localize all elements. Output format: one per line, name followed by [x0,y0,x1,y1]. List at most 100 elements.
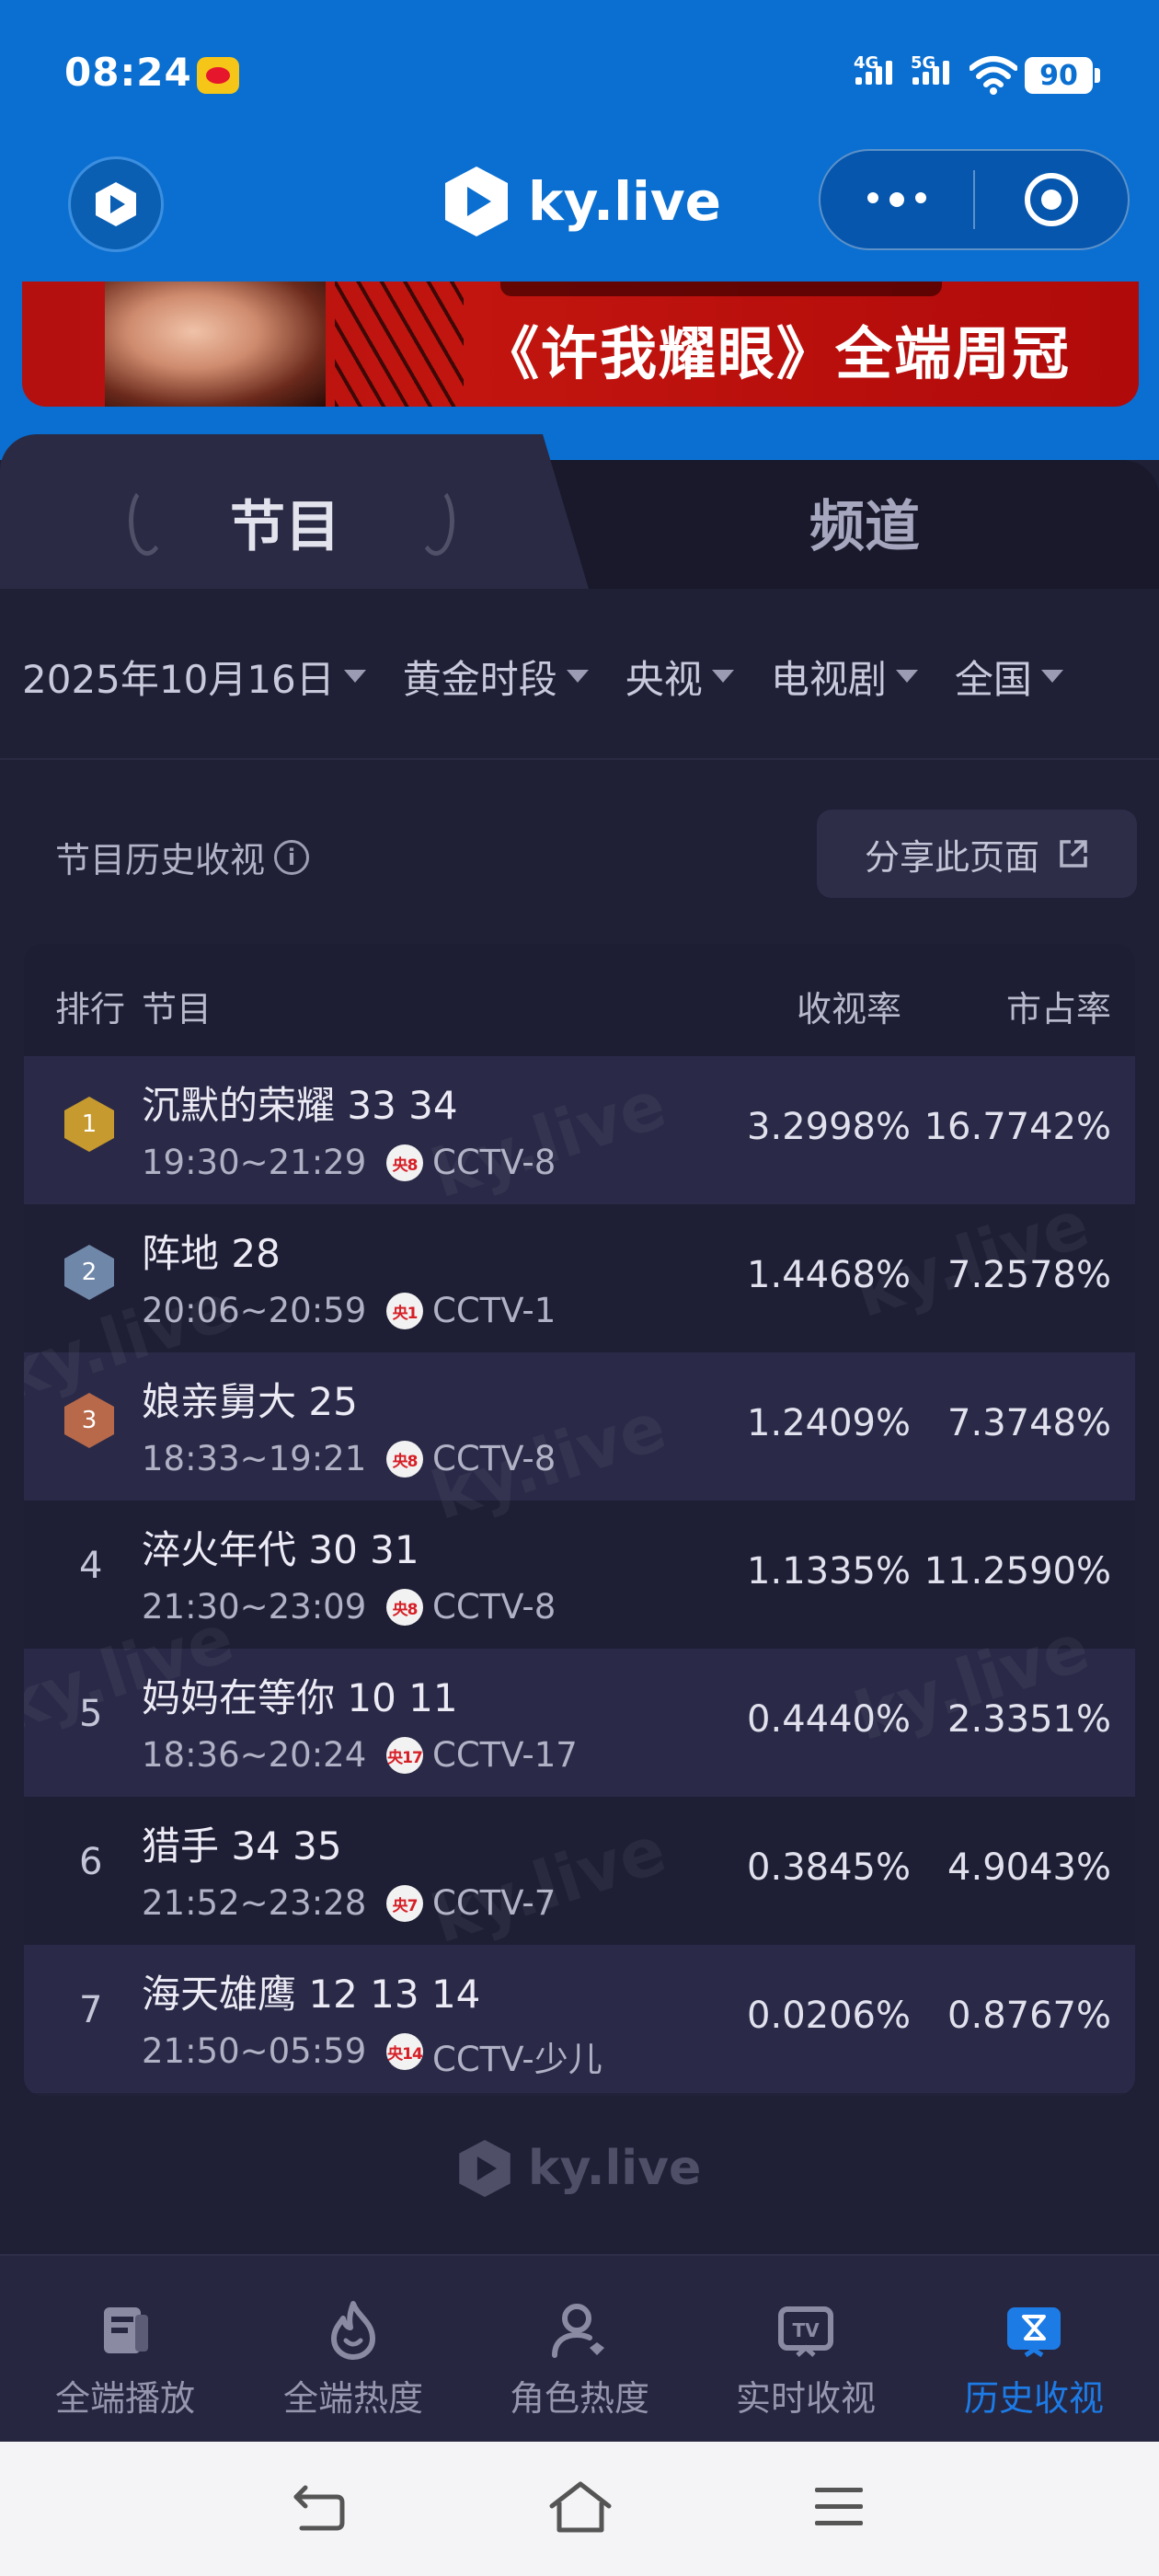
rank-number: 4 [79,1545,103,1587]
rating-value: 3.2998% [747,1106,911,1148]
laurel-right-icon [418,486,454,556]
rating-value: 0.3845% [747,1846,911,1889]
flame-icon [331,2301,375,2360]
header-rating: 收视率 [797,989,902,1029]
share-value: 7.2578% [947,1254,1111,1296]
channel-name: CCTV-8 [432,1587,557,1627]
header-share: 市占率 [1006,989,1112,1029]
table-row[interactable]: 6 猎手 34 35 21:52~23:28 央7 CCTV-7 0.3845% 4.904… [24,1797,1135,1945]
channel-logo-icon: 央8 [386,1441,423,1478]
rating-value: 0.4440% [747,1698,911,1741]
share-value: 0.8767% [947,1995,1111,2037]
footer-brand: ky.live [456,2138,701,2199]
nav-role-heat[interactable]: 角色热度 [465,2256,694,2444]
program-timeslot: 21:50~05:59 [142,2031,367,2071]
brand-name: ky.live [528,170,721,233]
nav-all-platform-heat[interactable]: 全端热度 [239,2256,467,2444]
rating-value: 0.0206% [747,1995,911,2037]
rank-medal-icon: 3 [64,1393,114,1448]
promo-banner[interactable]: 《许我耀眼》全端周冠 [22,282,1139,407]
divider [0,758,1159,760]
caret-down-icon [343,670,366,683]
table-row[interactable]: 4 淬火年代 30 31 21:30~23:09 央8 CCTV-8 1.1335% 11.… [24,1501,1135,1649]
home-icon[interactable] [548,2478,613,2536]
program-title: 娘亲舅大 25 [142,1379,358,1424]
channel-name: CCTV-7 [432,1883,557,1923]
back-icon[interactable] [291,2480,348,2536]
svg-text:TV: TV [792,2319,820,2341]
program-title: 沉默的荣耀 33 34 [142,1083,458,1128]
share-page-button[interactable]: 分享此页面 [817,810,1137,898]
program-timeslot: 21:52~23:28 [142,1883,367,1923]
status-bar: 08:24 4G 5G 90 [0,0,1159,147]
channel-logo-icon: 央14 [386,2033,423,2070]
nav-realtime-ratings[interactable]: TV 实时收视 [692,2256,920,2444]
play-book-icon [104,2307,148,2353]
nav-history-ratings[interactable]: 历史收视 [920,2256,1148,2444]
system-nav-bar [0,2442,1159,2576]
ky-logo-icon [96,182,136,226]
channel-logo-icon: 央17 [386,1737,423,1774]
external-link-icon [1060,840,1087,868]
footer-brand-text: ky.live [528,2141,702,2196]
program-title: 阵地 28 [142,1231,281,1276]
rating-value: 1.2409% [747,1402,911,1444]
filter-timeslot-label: 黄金时段 [402,656,557,702]
share-value: 11.2590% [924,1550,1111,1593]
banner-text: 《许我耀眼》全端周冠 [482,320,1072,387]
signal-bars-icon [855,61,892,85]
table-row[interactable]: 5 妈妈在等你 10 11 18:36~20:24 央17 CCTV-17 0.4440%… [24,1649,1135,1797]
rank-number: 7 [79,1989,103,2031]
share-value: 16.7742% [924,1106,1111,1148]
wifi-icon [970,56,1017,95]
nav-label: 历史收视 [963,2378,1104,2419]
nav-label: 角色热度 [509,2378,649,2419]
program-timeslot: 21:30~23:09 [142,1587,367,1627]
rating-value: 1.1335% [747,1550,911,1593]
banner-photo [105,282,326,407]
header-rank: 排行 [55,989,126,1029]
more-menu-button[interactable] [820,192,973,207]
table-row[interactable]: 2 阵地 28 20:06~20:59 央1 CCTV-1 1.4468% 7.2578% [24,1204,1135,1352]
tv-icon: TV [778,2306,833,2357]
app-logo-button[interactable] [68,156,164,252]
hourglass-icon [1007,2307,1061,2358]
filter-genre[interactable]: 电视剧 [771,649,918,705]
battery-indicator: 90 [1025,57,1100,94]
ky-logo-icon [445,167,508,236]
channel-name: CCTV-8 [432,1143,557,1182]
table-row[interactable]: 7 海天雄鹰 12 13 14 21:50~05:59 央14 CCTV-少儿 0.020… [24,1945,1135,2093]
ratings-table: 排行 节目 收视率 市占率 1 沉默的荣耀 33 34 19:30~21:29 央8 C… [24,944,1135,2096]
nav-label: 实时收视 [735,2378,876,2419]
menu-icon[interactable] [811,2482,866,2532]
program-title: 猎手 34 35 [142,1823,342,1869]
mini-program-capsule [819,149,1130,250]
program-title: 淬火年代 30 31 [142,1527,419,1572]
rank-medal-icon: 1 [64,1097,114,1152]
caret-down-icon [1040,670,1063,683]
program-title: 妈妈在等你 10 11 [142,1675,458,1720]
filter-date[interactable]: 2025年10月16日 [22,649,366,705]
filter-timeslot[interactable]: 黄金时段 [403,649,589,705]
program-timeslot: 19:30~21:29 [142,1143,367,1182]
tab-channel-label[interactable]: 频道 [809,482,920,562]
filter-region[interactable]: 全国 [955,649,1063,705]
channel-name: CCTV-1 [432,1291,557,1330]
close-miniapp-button[interactable] [975,171,1128,228]
tab-program-label[interactable]: 节目 [230,482,340,562]
header-program: 节目 [142,989,212,1029]
table-row[interactable]: 1 沉默的荣耀 33 34 19:30~21:29 央8 CCTV-8 3.2998% 16… [24,1056,1135,1204]
info-icon[interactable]: i [274,839,310,875]
status-time: 08:24 [64,50,192,95]
filter-network[interactable]: 央视 [625,649,734,705]
section-title: 节目历史收视 i [55,832,310,882]
weibo-icon [197,57,239,94]
channel-name: CCTV-17 [432,1735,578,1775]
target-icon [1024,173,1078,226]
ky-logo-icon [459,2140,511,2197]
channel-name: CCTV-少儿 [432,2040,602,2079]
channel-name: CCTV-8 [432,1439,557,1478]
nav-label: 全端热度 [282,2378,423,2419]
nav-all-platform-play[interactable]: 全端播放 [11,2256,239,2444]
table-row[interactable]: 3 娘亲舅大 25 18:33~19:21 央8 CCTV-8 1.2409% 7.3748… [24,1352,1135,1501]
